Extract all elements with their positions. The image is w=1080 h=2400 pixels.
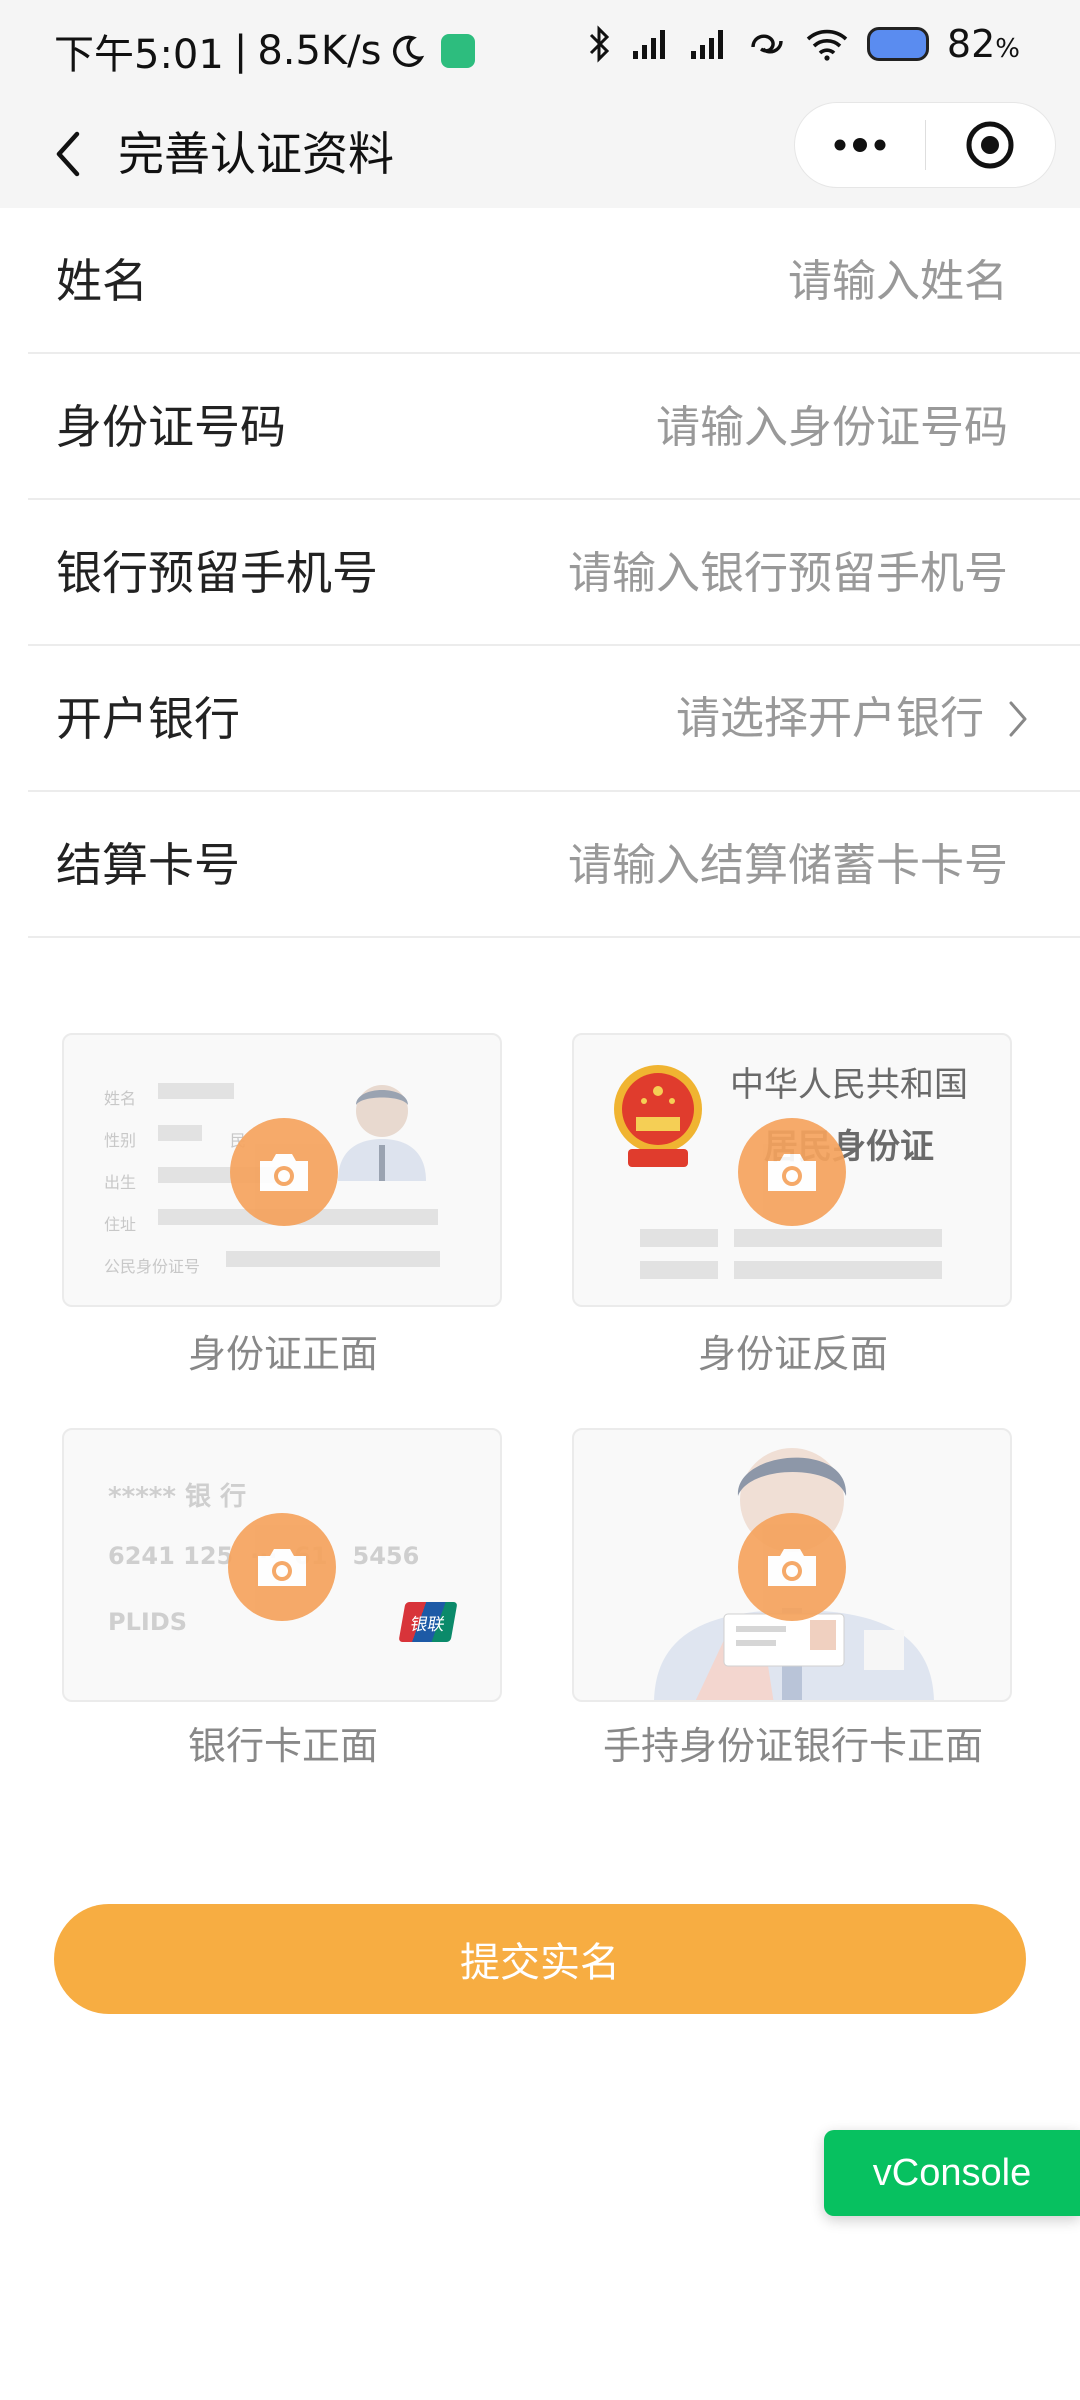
mini-program-capsule <box>794 102 1056 188</box>
unionpay-logo: 银联 <box>398 1602 458 1642</box>
form-row-phone: 银行预留手机号 <box>28 500 1080 646</box>
person-portrait-icon <box>338 1085 426 1181</box>
phone-label: 银行预留手机号 <box>56 546 378 600</box>
moon-icon <box>391 34 425 68</box>
bank-card-bank-name: ***** 银 行 <box>108 1482 247 1512</box>
bank-label: 开户银行 <box>56 692 240 746</box>
id-back-caption: 身份证反面 <box>697 1332 888 1376</box>
more-dots-icon <box>834 138 886 152</box>
phone-input[interactable] <box>488 538 1008 608</box>
card-number-label: 结算卡号 <box>56 838 240 892</box>
status-speed: 8.5K/s <box>257 28 382 74</box>
status-time: 下午5:01 <box>54 32 224 78</box>
placeholder-bar <box>734 1261 942 1279</box>
id-front-upload[interactable]: 姓名 性别 民 出生 住址 公民身份证号 <box>62 1033 502 1307</box>
name-input[interactable] <box>488 246 1008 316</box>
wifi-icon <box>805 27 849 61</box>
app-notification-icon <box>441 34 476 68</box>
bank-select-placeholder: 请选择开户银行 <box>676 693 984 744</box>
bank-card-upload[interactable]: ***** 银 行 6241 125 ··· 61 5456 PLIDS 银联 <box>62 1428 502 1702</box>
camera-button[interactable] <box>738 1513 846 1621</box>
camera-button[interactable] <box>230 1118 338 1226</box>
camera-icon <box>768 1154 816 1191</box>
camera-button[interactable] <box>228 1513 336 1621</box>
back-button[interactable] <box>36 122 100 186</box>
id-front-birth-label: 出生 <box>104 1173 137 1192</box>
bank-card-holder: PLIDS <box>108 1608 188 1636</box>
battery-level: 82% <box>946 22 1020 66</box>
camera-button[interactable] <box>738 1118 846 1226</box>
chevron-left-icon <box>56 131 80 177</box>
form-row-name: 姓名 <box>28 208 1080 354</box>
status-right: 82% <box>587 22 1020 66</box>
placeholder-bar <box>158 1083 234 1099</box>
holding-id-upload[interactable] <box>572 1428 1012 1702</box>
chevron-right-icon <box>1009 701 1027 737</box>
id-number-input[interactable] <box>488 392 1008 462</box>
id-front-caption: 身份证正面 <box>187 1332 378 1376</box>
card-number-input[interactable] <box>488 830 1008 900</box>
placeholder-bar <box>640 1229 718 1247</box>
status-left: 下午5:01 | 8.5K/s <box>54 22 476 80</box>
status-separator: | <box>233 28 248 74</box>
id-back-country: 中华人民共和国 <box>730 1065 968 1105</box>
form-row-bank[interactable]: 开户银行 请选择开户银行 <box>28 646 1080 792</box>
page-title: 完善认证资料 <box>118 127 394 181</box>
form-row-card-number: 结算卡号 <box>28 792 1080 938</box>
signal-icon-2 <box>689 27 729 61</box>
more-button[interactable] <box>795 102 925 188</box>
bluetooth-icon <box>587 25 613 63</box>
placeholder-bar <box>734 1229 942 1247</box>
id-front-name-label: 姓名 <box>104 1089 137 1108</box>
placeholder-bar <box>640 1261 718 1279</box>
id-front-idno-label: 公民身份证号 <box>104 1257 201 1276</box>
battery-icon <box>866 27 929 61</box>
name-label: 姓名 <box>56 254 148 308</box>
vconsole-button[interactable]: vConsole <box>824 2130 1080 2216</box>
holding-id-caption: 手持身份证银行卡正面 <box>602 1724 983 1768</box>
placeholder-bar <box>158 1125 202 1141</box>
camera-icon <box>258 1549 306 1586</box>
camera-icon <box>768 1549 816 1586</box>
auth-form: 姓名 身份证号码 银行预留手机号 开户银行 请选择开户银行 结算卡号 <box>0 208 1080 938</box>
bank-select[interactable]: 请选择开户银行 <box>676 646 1028 792</box>
id-number-label: 身份证号码 <box>56 400 286 454</box>
signal-icon-1 <box>631 27 671 61</box>
id-front-gender-label: 性别 <box>104 1131 137 1150</box>
placeholder-bar <box>226 1251 440 1267</box>
target-close-icon <box>966 121 1014 169</box>
id-back-upload[interactable]: 中华人民共和国 居民身份证 <box>572 1033 1012 1307</box>
bank-card-caption: 银行卡正面 <box>187 1724 378 1768</box>
submit-realname-button[interactable]: 提交实名 <box>54 1904 1026 2014</box>
id-front-address-label: 住址 <box>104 1215 137 1234</box>
camera-icon <box>260 1154 308 1191</box>
form-row-id-number: 身份证号码 <box>28 354 1080 500</box>
status-bar: 下午5:01 | 8.5K/s 82% <box>0 0 1080 100</box>
national-emblem-icon <box>614 1065 702 1167</box>
link-icon <box>747 27 787 61</box>
close-mini-program-button[interactable] <box>926 102 1056 188</box>
